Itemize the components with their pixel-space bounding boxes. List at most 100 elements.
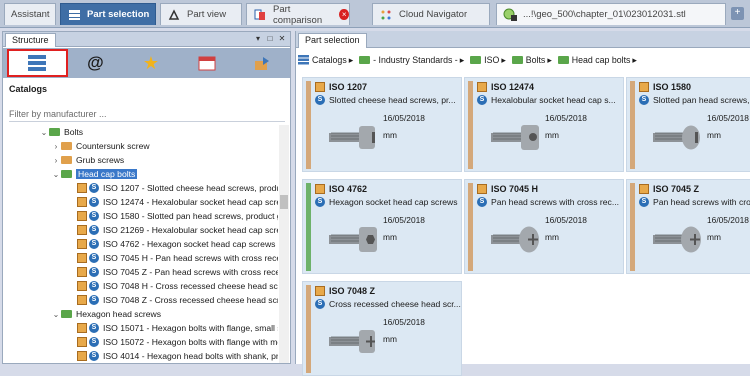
part-box-icon	[77, 183, 87, 193]
close-icon[interactable]: ✕	[277, 33, 287, 45]
calendar-button[interactable]	[179, 48, 235, 78]
part-box-icon	[477, 184, 487, 194]
part-card[interactable]: ISO 1580 S Slotted pan head screws, pr...…	[626, 77, 750, 172]
standard-icon: S	[89, 239, 99, 249]
part-card[interactable]: ISO 4762 S Hexagon socket head cap screws…	[302, 179, 462, 274]
tree-part-row[interactable]: S ISO 7045 H - Pan head screws with cross…	[77, 251, 278, 265]
part-box-icon	[77, 323, 87, 333]
tab-structure[interactable]: Structure	[5, 33, 56, 47]
tree-item-bolts[interactable]: ⌄ Bolts	[39, 125, 83, 139]
tree-part-row[interactable]: S ISO 21269 - Hexalobular socket head cap…	[77, 223, 278, 237]
card-date: 16/05/2018	[383, 113, 425, 123]
tree-part-row[interactable]: S ISO 1207 - Slotted cheese head screws, …	[77, 181, 278, 195]
card-description: Pan head screws with cross re...	[653, 197, 750, 207]
tree-part-row[interactable]: S ISO 1580 - Slotted pan head screws, pro…	[77, 209, 278, 223]
expand-arrow-icon[interactable]: ›	[51, 142, 61, 151]
standard-icon: S	[89, 225, 99, 235]
collapse-arrow-icon[interactable]: ⌄	[39, 128, 49, 137]
card-unit: mm	[383, 130, 397, 140]
email-search-button[interactable]: @	[68, 48, 124, 78]
breadcrumb-head-cap-bolts[interactable]: Head cap bolts ▸	[557, 55, 637, 66]
part-box-icon	[639, 82, 649, 92]
part-card[interactable]: ISO 7048 Z S Cross recessed cheese head s…	[302, 281, 462, 376]
part-card[interactable]: ISO 7045 Z S Pan head screws with cross r…	[626, 179, 750, 274]
favorites-button[interactable]: ★	[123, 48, 179, 78]
tab-part-selection[interactable]: Part selection	[60, 3, 156, 25]
standard-icon: S	[89, 197, 99, 207]
close-tab-icon[interactable]: ×	[339, 9, 349, 20]
card-stripe	[630, 183, 635, 271]
tree-part-row[interactable]: S ISO 12474 - Hexalobular socket head cap…	[77, 195, 278, 209]
standard-icon: S	[639, 95, 649, 105]
part-card[interactable]: ISO 7045 H S Pan head screws with cross r…	[464, 179, 624, 274]
tree-part-row[interactable]: S ISO 7048 Z - Cross recessed cheese head…	[77, 293, 278, 307]
tree-part-row[interactable]: S ISO 7048 H - Cross recessed cheese head…	[77, 279, 278, 293]
scrollbar-thumb[interactable]	[280, 195, 288, 209]
part-box-icon	[639, 184, 649, 194]
card-description: Pan head screws with cross rec...	[491, 197, 619, 207]
collapse-arrow-icon[interactable]: ⌄	[51, 310, 61, 319]
folder-icon	[61, 170, 72, 178]
breadcrumb-industry-standards[interactable]: - Industry Standards - ▸	[359, 55, 464, 66]
part-box-icon	[77, 295, 87, 305]
manufacturer-filter-input[interactable]: Filter by manufacturer ...	[9, 106, 285, 122]
import-button[interactable]	[234, 48, 290, 78]
socket-head-screw-image	[491, 125, 539, 150]
star-icon: ★	[142, 52, 160, 73]
card-unit: mm	[383, 232, 397, 242]
part-box-icon	[315, 82, 325, 92]
tree-scrollbar[interactable]	[279, 125, 289, 363]
standard-icon: S	[89, 253, 99, 263]
breadcrumb-iso[interactable]: ISO ▸	[470, 55, 506, 66]
tree-part-row[interactable]: S ISO 7045 Z - Pan head screws with cross…	[77, 265, 278, 279]
tab-part-selection-panel[interactable]: Part selection	[298, 33, 367, 48]
maximize-icon[interactable]: □	[265, 33, 275, 45]
collapse-arrow-icon[interactable]: ⌄	[51, 170, 61, 179]
part-card[interactable]: ISO 1207 S Slotted cheese head screws, pr…	[302, 77, 462, 172]
catalog-view-toolbar: @ ★	[3, 48, 290, 78]
expand-arrow-icon[interactable]: ›	[51, 156, 61, 165]
dropdown-arrow-icon[interactable]: ▾	[253, 33, 263, 45]
catalogs-view-button[interactable]	[7, 49, 68, 77]
tab-part-comparison[interactable]: Part comparison ×	[246, 3, 350, 26]
card-description: Hexagon socket head cap screws	[329, 197, 458, 207]
breadcrumb-bolts[interactable]: Bolts ▸	[511, 55, 552, 66]
card-unit: mm	[707, 232, 721, 242]
card-description: Slotted cheese head screws, pr...	[329, 95, 456, 105]
breadcrumb-catalogs[interactable]: Catalogs ▸	[298, 55, 353, 66]
part-card[interactable]: ISO 12474 S Hexalobular socket head cap s…	[464, 77, 624, 172]
tree-item-countersunk[interactable]: › Countersunk screw	[51, 139, 150, 153]
part-box-icon	[77, 211, 87, 221]
tree-part-row[interactable]: S ISO 4014 - Hexagon head bolts with shan…	[77, 349, 278, 363]
part-box-icon	[477, 82, 487, 92]
tree-part-row[interactable]: S ISO 15071 - Hexagon bolts with flange, …	[77, 321, 278, 335]
tree-item-head-cap-bolts[interactable]: ⌄ Head cap bolts	[51, 167, 138, 181]
tree-item-grub-screws[interactable]: › Grub screws	[51, 153, 125, 167]
tab-assistant[interactable]: Assistant	[4, 3, 56, 25]
at-sign-icon: @	[87, 53, 104, 72]
hex-socket-screw-image	[329, 227, 377, 252]
catalog-tree: ⌄ Bolts › Countersunk screw › Grub screw…	[3, 125, 278, 365]
standard-icon: S	[89, 323, 99, 333]
folder-icon	[61, 142, 72, 150]
tree-item-hexagon-head-screws[interactable]: ⌄ Hexagon head screws	[51, 307, 161, 321]
card-title: ISO 4762	[329, 184, 368, 194]
folder-icon	[470, 56, 482, 64]
tree-part-row[interactable]: S ISO 4762 - Hexagon socket head cap scre…	[77, 237, 275, 251]
standard-icon: S	[89, 211, 99, 221]
tree-part-row[interactable]: S ISO 15072 - Hexagon bolts with flange w…	[77, 335, 278, 349]
tab-cloud-navigator[interactable]: Cloud Navigator	[372, 3, 490, 25]
tab-part-view[interactable]: Part view	[160, 3, 242, 25]
slotted-pan-screw-image	[653, 125, 700, 150]
add-tab-button[interactable]: +	[731, 7, 744, 20]
card-date: 16/05/2018	[383, 215, 425, 225]
card-stripe	[468, 183, 473, 271]
card-unit: mm	[545, 232, 559, 242]
tab-stl-file[interactable]: ...!\geo_500\chapter_01\023012031.stl	[496, 3, 726, 25]
card-title: ISO 7048 Z	[329, 286, 376, 296]
standard-icon: S	[89, 351, 99, 361]
card-unit: mm	[383, 334, 397, 344]
card-stripe	[306, 285, 311, 373]
standard-icon: S	[477, 95, 487, 105]
standard-icon: S	[315, 299, 325, 309]
